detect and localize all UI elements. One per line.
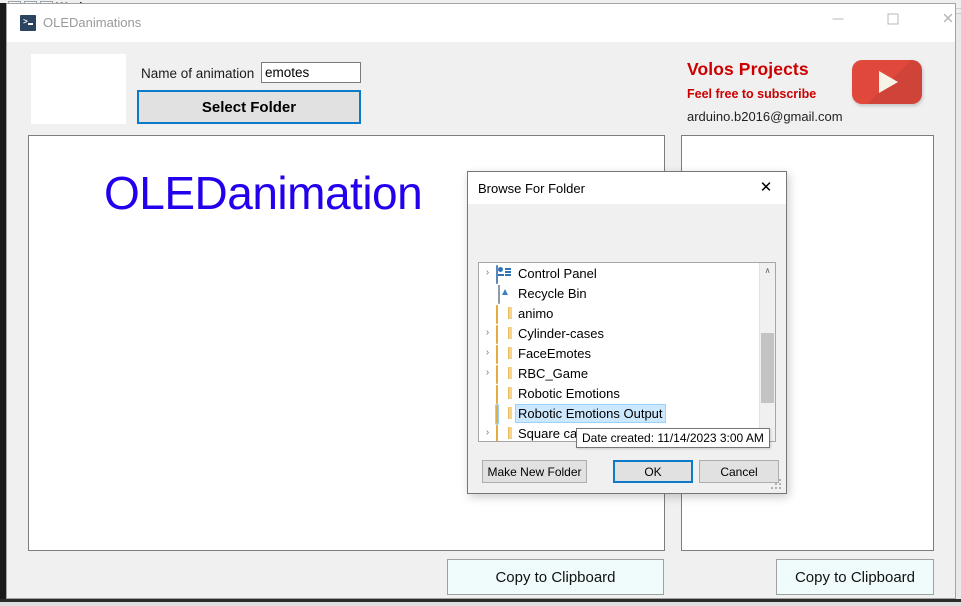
tree-item[interactable]: › RBC_Game — [479, 363, 759, 383]
tree-item-label: animo — [518, 306, 553, 321]
tree-item-label: Robotic Emotions — [518, 386, 620, 401]
tree-item[interactable]: › Robotic Emotions Output — [479, 403, 759, 423]
animation-preview-box — [31, 54, 126, 124]
control-panel-icon-glyph — [496, 265, 498, 284]
folder-icon — [496, 366, 512, 381]
expand-chevron-icon[interactable]: › — [479, 363, 496, 383]
tree-item[interactable]: › Recycle Bin — [479, 283, 759, 303]
copy-to-clipboard-button-right[interactable]: Copy to Clipboard — [776, 559, 934, 595]
tree-item-label: Robotic Emotions Output — [515, 404, 666, 423]
expand-chevron-icon[interactable]: › — [479, 343, 496, 363]
recycle-bin-icon — [496, 286, 512, 301]
tree-item[interactable]: › Control Panel — [479, 263, 759, 283]
youtube-play-icon[interactable] — [852, 60, 922, 104]
folder-tree-list: › Control Panel › Recycle Bin › animo › Cylinde… — [479, 263, 759, 442]
expand-chevron-icon[interactable]: › — [479, 323, 496, 343]
tree-item-label: FaceEmotes — [518, 346, 591, 361]
expand-chevron-icon[interactable]: › — [479, 263, 496, 283]
tree-item-label: Recycle Bin — [518, 286, 587, 301]
folder-icon — [496, 346, 512, 361]
background-window-bottom — [0, 599, 961, 606]
title-bar: > OLEDanimations ✕ — [7, 4, 955, 42]
tree-scrollbar[interactable]: ∧ ∨ — [759, 263, 775, 441]
close-icon: ✕ — [942, 12, 955, 27]
window-title: OLEDanimations — [43, 15, 141, 30]
tree-item-label: Cylinder-cases — [518, 326, 604, 341]
recycle-bin-icon-glyph — [498, 285, 500, 304]
tree-item[interactable]: › FaceEmotes — [479, 343, 759, 363]
minimize-button[interactable] — [815, 4, 861, 34]
dialog-close-icon[interactable]: ✕ — [746, 172, 786, 202]
copy-to-clipboard-button-left[interactable]: Copy to Clipboard — [447, 559, 664, 595]
folder-tree-view[interactable]: › Control Panel › Recycle Bin › animo › Cylinde… — [478, 262, 776, 442]
cancel-button[interactable]: Cancel — [699, 460, 779, 483]
select-folder-button[interactable]: Select Folder — [137, 90, 361, 124]
dialog-title: Browse For Folder — [478, 181, 585, 196]
scroll-up-icon[interactable]: ∧ — [760, 263, 775, 279]
make-new-folder-button[interactable]: Make New Folder — [482, 460, 587, 483]
brand-subtitle: Feel free to subscribe — [687, 87, 816, 101]
folder-icon-glyph — [496, 325, 498, 344]
tree-indent-spacer: › — [479, 303, 496, 323]
folder-icon — [496, 306, 512, 321]
screen: Work as: > OLEDanimations ✕ Name of — [0, 0, 961, 606]
dialog-title-bar: Browse For Folder ✕ — [468, 172, 786, 204]
play-triangle-icon — [879, 71, 898, 93]
tree-item-label: RBC_Game — [518, 366, 588, 381]
folder-icon-glyph — [496, 385, 498, 404]
tree-item-label: Control Panel — [518, 266, 597, 281]
console-underscore-glyph — [28, 23, 33, 25]
maximize-button[interactable] — [870, 4, 916, 34]
tree-item-label: Square ca — [518, 426, 577, 441]
tree-item[interactable]: › Cylinder-cases — [479, 323, 759, 343]
folder-icon — [496, 386, 512, 401]
scrollbar-thumb[interactable] — [761, 333, 774, 403]
brand-email: arduino.b2016@gmail.com — [687, 109, 843, 124]
folder-icon-glyph — [496, 365, 498, 384]
tree-indent-spacer: › — [479, 283, 496, 303]
ok-button[interactable]: OK — [613, 460, 693, 483]
date-created-tooltip: Date created: 11/14/2023 3:00 AM — [576, 428, 770, 448]
folder-icon-glyph — [496, 405, 498, 424]
background-taskbar-strip — [0, 599, 961, 602]
control-panel-icon — [496, 266, 512, 281]
maximize-icon — [888, 14, 899, 25]
close-button[interactable]: ✕ — [925, 4, 961, 34]
folder-icon — [496, 406, 512, 421]
animation-name-input[interactable] — [261, 62, 361, 83]
tree-item[interactable]: › animo — [479, 303, 759, 323]
minimize-icon — [833, 19, 844, 20]
console-icon: > — [20, 15, 36, 31]
folder-icon-glyph — [496, 305, 498, 324]
tree-indent-spacer: › — [479, 403, 496, 423]
folder-icon — [496, 426, 512, 441]
tree-item[interactable]: › Robotic Emotions — [479, 383, 759, 403]
folder-icon-glyph — [496, 345, 498, 364]
brand-title: Volos Projects — [687, 59, 809, 80]
folder-icon-glyph — [496, 425, 498, 443]
name-of-animation-label: Name of animation — [141, 66, 254, 81]
browse-for-folder-dialog: Browse For Folder ✕ › Control Panel › Recyc… — [467, 171, 787, 494]
oled-animation-title: OLEDanimation — [104, 166, 422, 220]
tree-indent-spacer: › — [479, 383, 496, 403]
expand-chevron-icon[interactable]: › — [479, 423, 496, 442]
folder-icon — [496, 326, 512, 341]
dialog-resize-grip[interactable] — [771, 479, 782, 490]
